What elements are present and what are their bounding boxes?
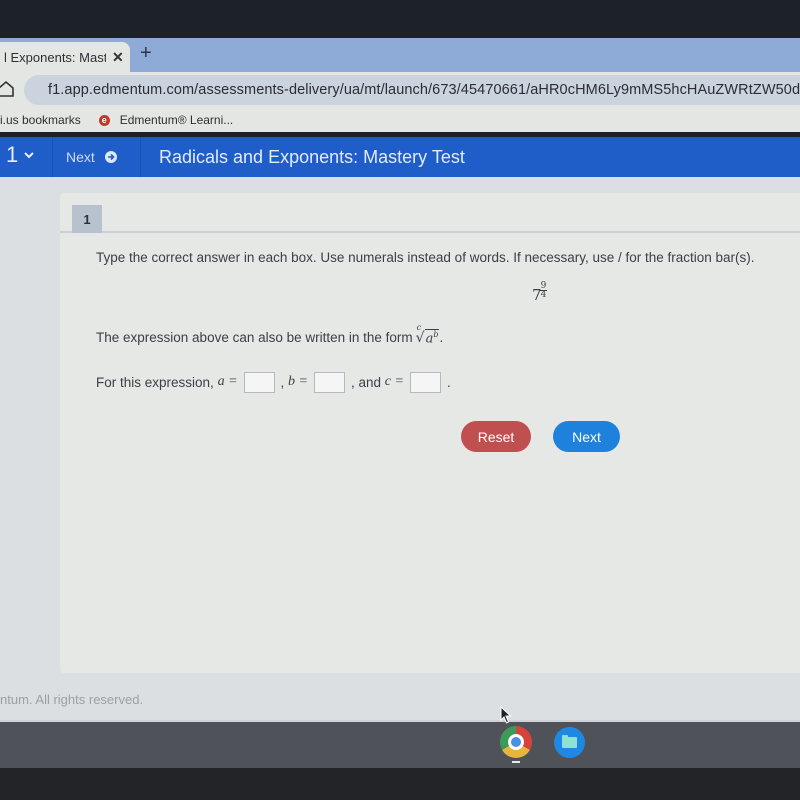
form-period: .: [439, 330, 444, 346]
separator: ,: [280, 374, 285, 390]
separator: , and: [351, 374, 382, 390]
screen: l Exponents: Mastery Test ✕ + f1.app.edm…: [0, 0, 800, 800]
files-icon[interactable]: [554, 727, 585, 758]
radicand: ab: [424, 329, 440, 346]
reset-button[interactable]: Reset: [461, 421, 531, 452]
question-selector[interactable]: 1: [6, 142, 34, 168]
chrome-icon-inner: [508, 734, 524, 750]
math-expression: 7 9 4: [532, 282, 547, 304]
question-instructions: Type the correct answer in each box. Use…: [96, 250, 755, 265]
form-text: The expression above can also be written…: [96, 330, 413, 346]
bookmark-folder[interactable]: i.us bookmarks: [0, 113, 81, 127]
question-header: 1: [60, 205, 800, 233]
chrome-icon[interactable]: [500, 726, 532, 758]
question-selector-number: 1: [6, 142, 19, 167]
radical-icon: √: [415, 330, 425, 347]
address-bar[interactable]: f1.app.edmentum.com/assessments-delivery…: [24, 75, 800, 105]
question-card: [60, 193, 800, 673]
answer-c-input[interactable]: [409, 371, 441, 393]
browser-tab-active[interactable]: l Exponents: Mastery Test ✕: [0, 42, 130, 72]
home-icon[interactable]: [0, 80, 14, 98]
radical-form: c √ ab: [415, 323, 440, 347]
browser-toolbar: f1.app.edmentum.com/assessments-delivery…: [0, 72, 800, 108]
browser-tabstrip: l Exponents: Mastery Test ✕ +: [0, 38, 800, 72]
chevron-down-icon: [24, 152, 34, 159]
header-divider: [52, 137, 53, 177]
end-period: .: [446, 374, 451, 390]
screen-bezel-bottom: [0, 768, 800, 800]
radicand-power: b: [433, 330, 439, 339]
url-text: f1.app.edmentum.com/assessments-delivery…: [48, 82, 800, 98]
app-header: 1 Next Radicals and Exponents: Mastery T…: [0, 137, 800, 177]
close-icon[interactable]: ✕: [112, 49, 124, 66]
answer-a-input[interactable]: [243, 371, 275, 393]
bookmarks-bar: i.us bookmarks e Edmentum® Learni...: [0, 108, 800, 132]
folder-icon: [562, 735, 577, 748]
form-statement: The expression above can also be written…: [96, 323, 444, 347]
test-title: Radicals and Exponents: Mastery Test: [159, 147, 465, 167]
c-label: c =: [384, 374, 404, 389]
question-number-badge: 1: [72, 205, 102, 233]
answer-b-input[interactable]: [314, 371, 345, 393]
chrome-icon-core: [511, 737, 521, 747]
exponent-denominator: 4: [540, 290, 547, 300]
screen-bezel: [0, 0, 800, 38]
header-next-label: Next: [66, 149, 95, 165]
a-label: a =: [217, 374, 238, 389]
bookmark-label: Edmentum® Learni...: [119, 113, 234, 127]
bookmark-edmentum[interactable]: e Edmentum® Learni...: [98, 113, 234, 127]
copyright-footer: ntum. All rights reserved.: [0, 692, 144, 707]
next-button[interactable]: Next: [553, 421, 620, 452]
radical-index: c: [416, 323, 422, 332]
mouse-cursor-icon: [500, 706, 512, 724]
arrow-right-circle-icon: [104, 151, 117, 163]
answer-row: For this expression, a = , b = , and c =…: [96, 371, 451, 393]
app-running-indicator: [512, 761, 520, 763]
header-divider: [140, 137, 141, 177]
tab-title: l Exponents: Mastery Test: [4, 49, 106, 65]
edmentum-favicon-icon: e: [98, 114, 110, 126]
expression-exponent: 9 4: [540, 282, 547, 300]
answer-prefix: For this expression,: [96, 374, 214, 390]
os-shelf: [0, 722, 800, 768]
new-tab-button[interactable]: +: [140, 42, 152, 65]
header-next-button[interactable]: Next: [66, 149, 117, 165]
b-label: b =: [288, 374, 308, 389]
